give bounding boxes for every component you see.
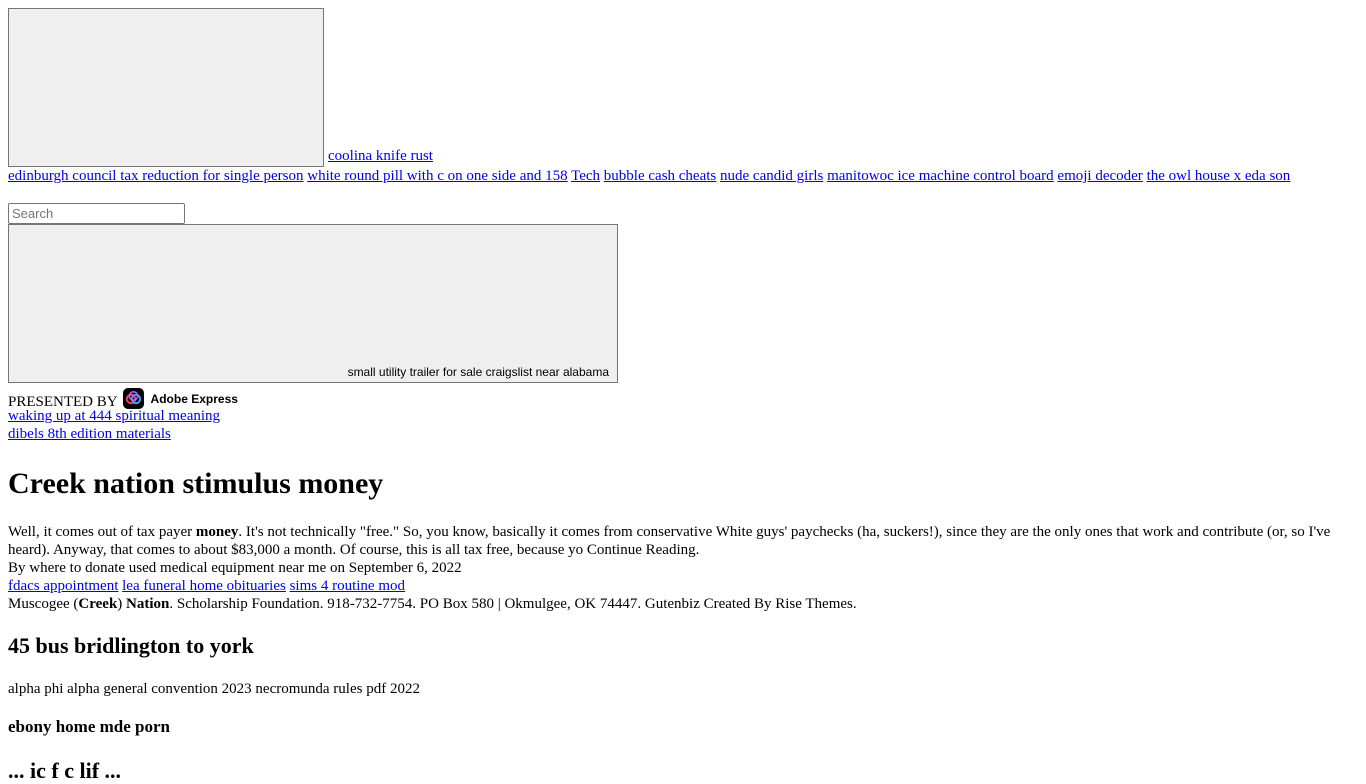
nav-link[interactable]: nude candid girls — [720, 168, 823, 184]
tag-link[interactable]: fdacs appointment — [8, 578, 118, 594]
footer-text: Muscogee ( — [8, 596, 79, 612]
footer-text: . Scholarship Foundation. 918-732-7754. … — [169, 596, 857, 612]
page-title: Creek nation stimulus money — [8, 467, 384, 500]
top-link[interactable]: coolina knife rust — [328, 147, 433, 165]
subsection-heading: ebony home mde porn — [8, 717, 170, 736]
nav-link[interactable]: manitowoc ice machine control board — [827, 168, 1054, 184]
side-link[interactable]: waking up at 444 spiritual meaning — [8, 407, 220, 425]
footer-text: ) — [117, 596, 127, 612]
nav-link[interactable]: emoji decoder — [1057, 168, 1142, 184]
nav-link[interactable]: edinburgh council tax reduction for sing… — [8, 168, 303, 184]
side-link[interactable]: dibels 8th edition materials — [8, 425, 171, 443]
nav-link[interactable]: white round pill with c on one side and … — [307, 168, 567, 184]
footer-bold: Creek — [78, 596, 118, 612]
footer-bold: Nation — [126, 596, 170, 612]
tag-link[interactable]: sims 4 routine mod — [290, 578, 405, 594]
tag-links: fdacs appointment lea funeral home obitu… — [8, 577, 1358, 595]
header-image — [8, 8, 324, 167]
subsection-heading-cutoff: ... ic f c lif ... — [8, 758, 122, 783]
footer-line: Muscogee (Creek) Nation. Scholarship Fou… — [8, 595, 1358, 613]
paragraph-bold: money — [195, 524, 239, 540]
paragraph-text: Well, it comes out of tax payer — [8, 524, 196, 540]
article-paragraph: Well, it comes out of tax payer money. I… — [8, 523, 1358, 559]
tag-link[interactable]: lea funeral home obituaries — [122, 578, 286, 594]
nav-link[interactable]: the owl house x eda son — [1147, 168, 1291, 184]
nav-link[interactable]: bubble cash cheats — [604, 168, 716, 184]
search-input[interactable] — [8, 203, 185, 224]
byline: By where to donate used medical equipmen… — [8, 560, 462, 576]
section-heading: 45 bus bridlington to york — [8, 633, 254, 658]
section-paragraph: alpha phi alpha general convention 2023 … — [8, 681, 420, 697]
ad-image[interactable]: small utility trailer for sale craigslis… — [8, 224, 618, 383]
adobe-express-brand: Adobe Express — [150, 392, 238, 406]
ad-caption: small utility trailer for sale craigslis… — [347, 365, 609, 379]
adobe-express-logo-icon — [122, 388, 144, 409]
nav-link[interactable]: Tech — [571, 168, 600, 184]
nav-links: edinburgh council tax reduction for sing… — [8, 167, 1358, 185]
